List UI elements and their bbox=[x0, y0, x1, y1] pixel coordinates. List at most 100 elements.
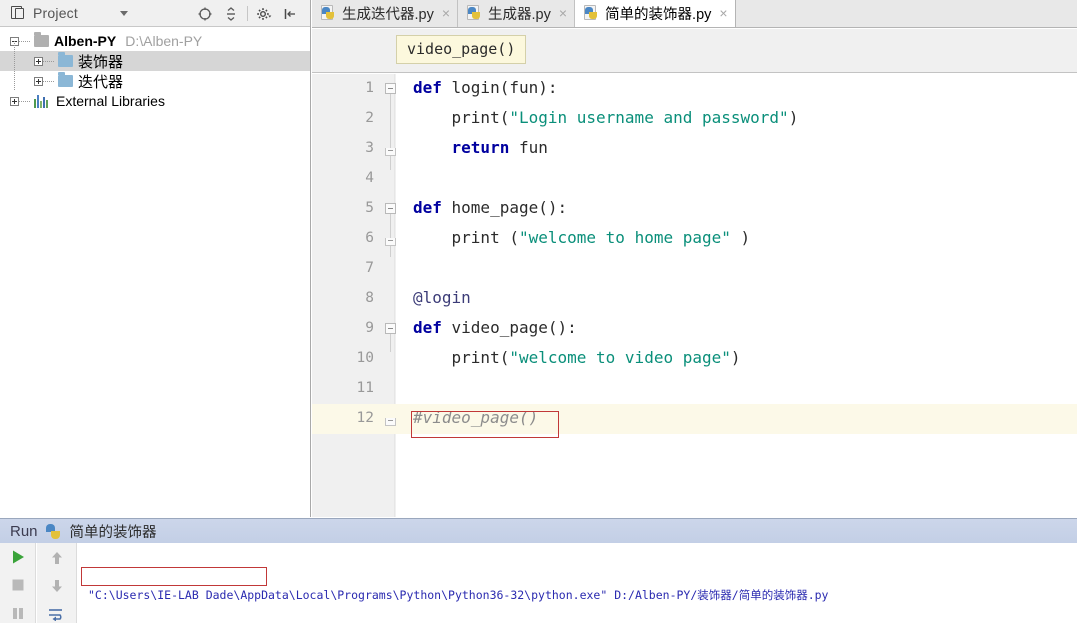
chevron-down-icon[interactable] bbox=[119, 10, 128, 16]
line-number: 3 bbox=[365, 140, 374, 156]
line-number: 9 bbox=[365, 320, 374, 336]
run-icon[interactable] bbox=[7, 547, 29, 567]
locate-icon[interactable] bbox=[192, 2, 218, 26]
tab-jiandande-zhuangshiqi[interactable]: 简单的装饰器.py × bbox=[575, 0, 736, 27]
close-icon[interactable]: × bbox=[559, 6, 567, 20]
scroll-down-icon[interactable] bbox=[46, 576, 68, 595]
project-panel-title: Project bbox=[33, 5, 78, 21]
stop-icon[interactable] bbox=[7, 575, 29, 595]
python-file-icon bbox=[584, 4, 599, 21]
code-line[interactable]: 7 bbox=[312, 254, 1077, 284]
token-comment: #video_page() bbox=[413, 408, 539, 427]
tab-shengcheng-diedaiqi[interactable]: 生成迭代器.py × bbox=[312, 0, 459, 27]
line-content: print("Login username and password") bbox=[413, 108, 799, 127]
project-icon bbox=[10, 5, 26, 21]
tab-label: 生成器.py bbox=[488, 6, 551, 23]
soft-wrap-icon[interactable] bbox=[46, 604, 68, 623]
folder-icon bbox=[34, 32, 49, 47]
collapse-all-icon[interactable] bbox=[218, 2, 244, 26]
tree-item-label: 装饰器 bbox=[78, 53, 124, 71]
token-text: video_page(): bbox=[451, 318, 577, 337]
line-content: def video_page(): bbox=[413, 318, 577, 337]
tab-label: 生成迭代器.py bbox=[342, 6, 434, 23]
line-content: @login bbox=[413, 288, 471, 307]
token-text: print( bbox=[413, 348, 510, 367]
run-panel-body: "C:\Users\IE-LAB Dade\AppData\Local\Prog… bbox=[0, 543, 1077, 623]
code-line[interactable]: 1 def login(fun): bbox=[312, 74, 1077, 104]
fold-guide-line bbox=[390, 92, 391, 170]
line-content: print("welcome to video page") bbox=[413, 348, 741, 367]
fold-marker-line5[interactable] bbox=[385, 203, 396, 214]
fold-marker-line9[interactable] bbox=[385, 323, 396, 334]
code-line[interactable]: 5 def home_page(): bbox=[312, 194, 1077, 224]
run-tool-window: Run 简单的装饰器 "C:\Users\IE-LAB Dade\AppData… bbox=[0, 518, 1077, 623]
token-keyword: def bbox=[413, 318, 452, 337]
code-line[interactable]: 9 def video_page(): bbox=[312, 314, 1077, 344]
token-keyword: def bbox=[413, 198, 452, 217]
code-line[interactable]: 3 return fun bbox=[312, 134, 1077, 164]
folder-icon bbox=[58, 72, 73, 87]
run-panel-title: Run bbox=[10, 522, 38, 540]
token-string: "Login username and password" bbox=[509, 108, 789, 127]
line-number: 7 bbox=[365, 260, 374, 276]
scroll-up-icon[interactable] bbox=[46, 548, 68, 567]
line-number: 11 bbox=[356, 380, 374, 396]
toolbar-separator bbox=[247, 6, 248, 21]
token-text: ) bbox=[788, 108, 799, 127]
fold-guide-line bbox=[390, 212, 391, 257]
run-toolbar-left bbox=[0, 543, 36, 623]
expand-toggle-icon[interactable] bbox=[10, 96, 19, 106]
project-panel: Project Alben-PY D:\Alben-PY 装饰器 迭代器 Ext… bbox=[0, 0, 311, 517]
tree-guide bbox=[43, 80, 54, 82]
expand-toggle-icon[interactable] bbox=[34, 56, 43, 66]
close-icon[interactable]: × bbox=[719, 6, 727, 20]
line-content: def login(fun): bbox=[413, 78, 558, 97]
line-number: 5 bbox=[365, 200, 374, 216]
breadcrumb[interactable]: video_page() bbox=[396, 35, 527, 64]
code-editor[interactable]: 1 def login(fun): 2 print("Login usernam… bbox=[312, 74, 1077, 517]
fold-end-line3[interactable] bbox=[385, 148, 396, 156]
line-number: 4 bbox=[365, 170, 374, 186]
fold-guide-line bbox=[390, 332, 391, 352]
line-number: 2 bbox=[365, 110, 374, 126]
tree-item-project-root[interactable]: Alben-PY D:\Alben-PY bbox=[0, 31, 310, 51]
close-icon[interactable]: × bbox=[442, 6, 450, 20]
python-file-icon bbox=[467, 4, 482, 21]
line-content: return fun bbox=[413, 138, 548, 157]
token-text: ) bbox=[730, 228, 751, 247]
line-content: def home_page(): bbox=[413, 198, 567, 217]
code-line[interactable]: 4 bbox=[312, 164, 1077, 194]
token-keyword: def bbox=[413, 78, 452, 97]
token-text: login(fun): bbox=[451, 78, 558, 97]
token-text: ) bbox=[730, 348, 741, 367]
run-toolbar-right bbox=[37, 543, 77, 623]
expand-toggle-icon[interactable] bbox=[34, 76, 43, 86]
run-configuration-name: 简单的装饰器 bbox=[69, 524, 157, 541]
code-line[interactable]: 10 print("welcome to video page") bbox=[312, 344, 1077, 374]
token-text: print ( bbox=[413, 228, 519, 247]
code-line[interactable]: 2 print("Login username and password") bbox=[312, 104, 1077, 134]
run-console-output[interactable]: "C:\Users\IE-LAB Dade\AppData\Local\Prog… bbox=[78, 543, 1077, 623]
line-number: 8 bbox=[365, 290, 374, 306]
tab-shengchengqi[interactable]: 生成器.py × bbox=[458, 0, 576, 27]
tree-item-diedaiqi[interactable]: 迭代器 bbox=[0, 61, 310, 91]
hide-panel-icon[interactable] bbox=[277, 2, 303, 26]
run-panel-header: Run 简单的装饰器 bbox=[0, 518, 1077, 543]
fold-end-line6[interactable] bbox=[385, 238, 396, 246]
fold-marker-line1[interactable] bbox=[385, 83, 396, 94]
code-line[interactable]: 8 @login bbox=[312, 284, 1077, 314]
token-keyword: return bbox=[451, 138, 519, 157]
fold-end-line12[interactable] bbox=[385, 418, 396, 426]
code-lines: 1 def login(fun): 2 print("Login usernam… bbox=[312, 74, 1077, 434]
pause-icon[interactable] bbox=[7, 603, 29, 623]
token-text: home_page(): bbox=[451, 198, 568, 217]
tree-item-external-libraries[interactable]: External Libraries bbox=[0, 91, 310, 111]
settings-gear-icon[interactable] bbox=[251, 2, 277, 26]
line-content: print ("welcome to home page" ) bbox=[413, 228, 751, 247]
code-line[interactable]: 6 print ("welcome to home page" ) bbox=[312, 224, 1077, 254]
token-string: "welcome to video page" bbox=[509, 348, 731, 367]
tree-item-zhuangshiqi[interactable]: 装饰器 bbox=[0, 41, 310, 71]
code-line[interactable]: 11 bbox=[312, 374, 1077, 404]
editor-breadcrumb-bar: video_page() bbox=[312, 29, 1077, 73]
code-line-current[interactable]: 12 #video_page() bbox=[312, 404, 1077, 434]
